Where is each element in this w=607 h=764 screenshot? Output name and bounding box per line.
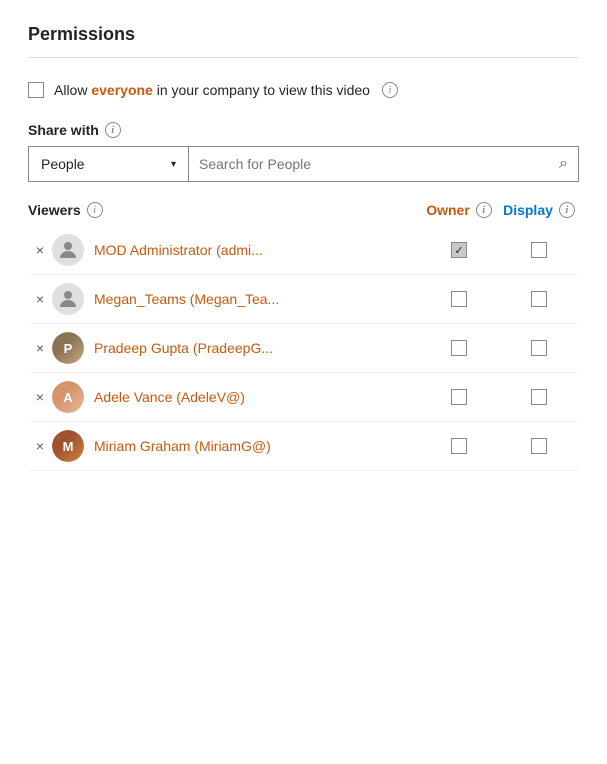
display-cell <box>499 389 579 405</box>
share-with-label: Share with i <box>28 122 579 138</box>
viewer-name: Megan_Teams (Megan_Tea... <box>94 291 419 307</box>
owner-cell <box>419 438 499 454</box>
viewer-name: Adele Vance (AdeleV@) <box>94 389 419 405</box>
viewers-header: Viewers i Owner i Display i <box>28 202 579 218</box>
display-cell <box>499 438 579 454</box>
dropdown-value: People <box>41 156 85 172</box>
share-with-info-icon[interactable]: i <box>105 122 121 138</box>
permissions-panel: Permissions Allow everyone in your compa… <box>0 0 607 764</box>
display-cell <box>499 340 579 356</box>
chevron-down-icon: ▾ <box>171 159 176 170</box>
viewer-name: MOD Administrator (admi... <box>94 242 419 258</box>
owner-checkbox[interactable] <box>451 389 467 405</box>
viewer-name: Pradeep Gupta (PradeepG... <box>94 340 419 356</box>
owner-checkbox[interactable] <box>451 340 467 356</box>
viewers-header-label: Viewers <box>28 202 81 218</box>
remove-button[interactable]: × <box>28 291 52 307</box>
viewers-list: × MOD Administrator (admi... ✓ × Megan_T… <box>28 226 579 471</box>
display-checkbox[interactable] <box>531 340 547 356</box>
table-row: × P Pradeep Gupta (PradeepG... <box>28 324 579 373</box>
search-icon[interactable]: ⌕ <box>559 155 568 173</box>
display-checkbox[interactable] <box>531 389 547 405</box>
owner-checkbox[interactable]: ✓ <box>451 242 467 258</box>
checkmark-icon: ✓ <box>454 244 463 257</box>
remove-button[interactable]: × <box>28 438 52 454</box>
people-dropdown[interactable]: People ▾ <box>29 147 189 181</box>
viewers-info-icon[interactable]: i <box>87 202 103 218</box>
panel-title: Permissions <box>28 24 579 58</box>
avatar: M <box>52 430 84 462</box>
allow-everyone-row: Allow everyone in your company to view t… <box>28 82 579 98</box>
viewers-section: Viewers i Owner i Display i × MOD Admini… <box>28 202 579 471</box>
allow-everyone-highlight: everyone <box>91 82 152 98</box>
owner-cell <box>419 291 499 307</box>
avatar: A <box>52 381 84 413</box>
allow-everyone-label: Allow everyone in your company to view t… <box>54 82 370 98</box>
allow-everyone-info-icon[interactable]: i <box>382 82 398 98</box>
owner-checkbox[interactable] <box>451 438 467 454</box>
display-cell <box>499 291 579 307</box>
share-with-section: Share with i People ▾ ⌕ <box>28 122 579 182</box>
display-info-icon[interactable]: i <box>559 202 575 218</box>
search-input[interactable] <box>199 156 559 172</box>
owner-cell: ✓ <box>419 242 499 258</box>
remove-button[interactable]: × <box>28 242 52 258</box>
display-checkbox[interactable] <box>531 438 547 454</box>
owner-cell <box>419 340 499 356</box>
display-cell <box>499 242 579 258</box>
search-box: ⌕ <box>189 147 578 181</box>
owner-info-icon[interactable]: i <box>476 202 492 218</box>
remove-button[interactable]: × <box>28 340 52 356</box>
table-row: × MOD Administrator (admi... ✓ <box>28 226 579 275</box>
display-header: Display i <box>499 202 579 218</box>
owner-checkbox[interactable] <box>451 291 467 307</box>
owner-header: Owner i <box>419 202 499 218</box>
share-with-controls: People ▾ ⌕ <box>28 146 579 182</box>
table-row: × M Miriam Graham (MiriamG@) <box>28 422 579 471</box>
owner-cell <box>419 389 499 405</box>
display-checkbox[interactable] <box>531 242 547 258</box>
avatar <box>52 283 84 315</box>
remove-button[interactable]: × <box>28 389 52 405</box>
avatar: P <box>52 332 84 364</box>
viewer-name: Miriam Graham (MiriamG@) <box>94 438 419 454</box>
viewers-header-left: Viewers i <box>28 202 419 218</box>
table-row: × A Adele Vance (AdeleV@) <box>28 373 579 422</box>
allow-everyone-checkbox[interactable] <box>28 82 44 98</box>
table-row: × Megan_Teams (Megan_Tea... <box>28 275 579 324</box>
avatar <box>52 234 84 266</box>
display-checkbox[interactable] <box>531 291 547 307</box>
